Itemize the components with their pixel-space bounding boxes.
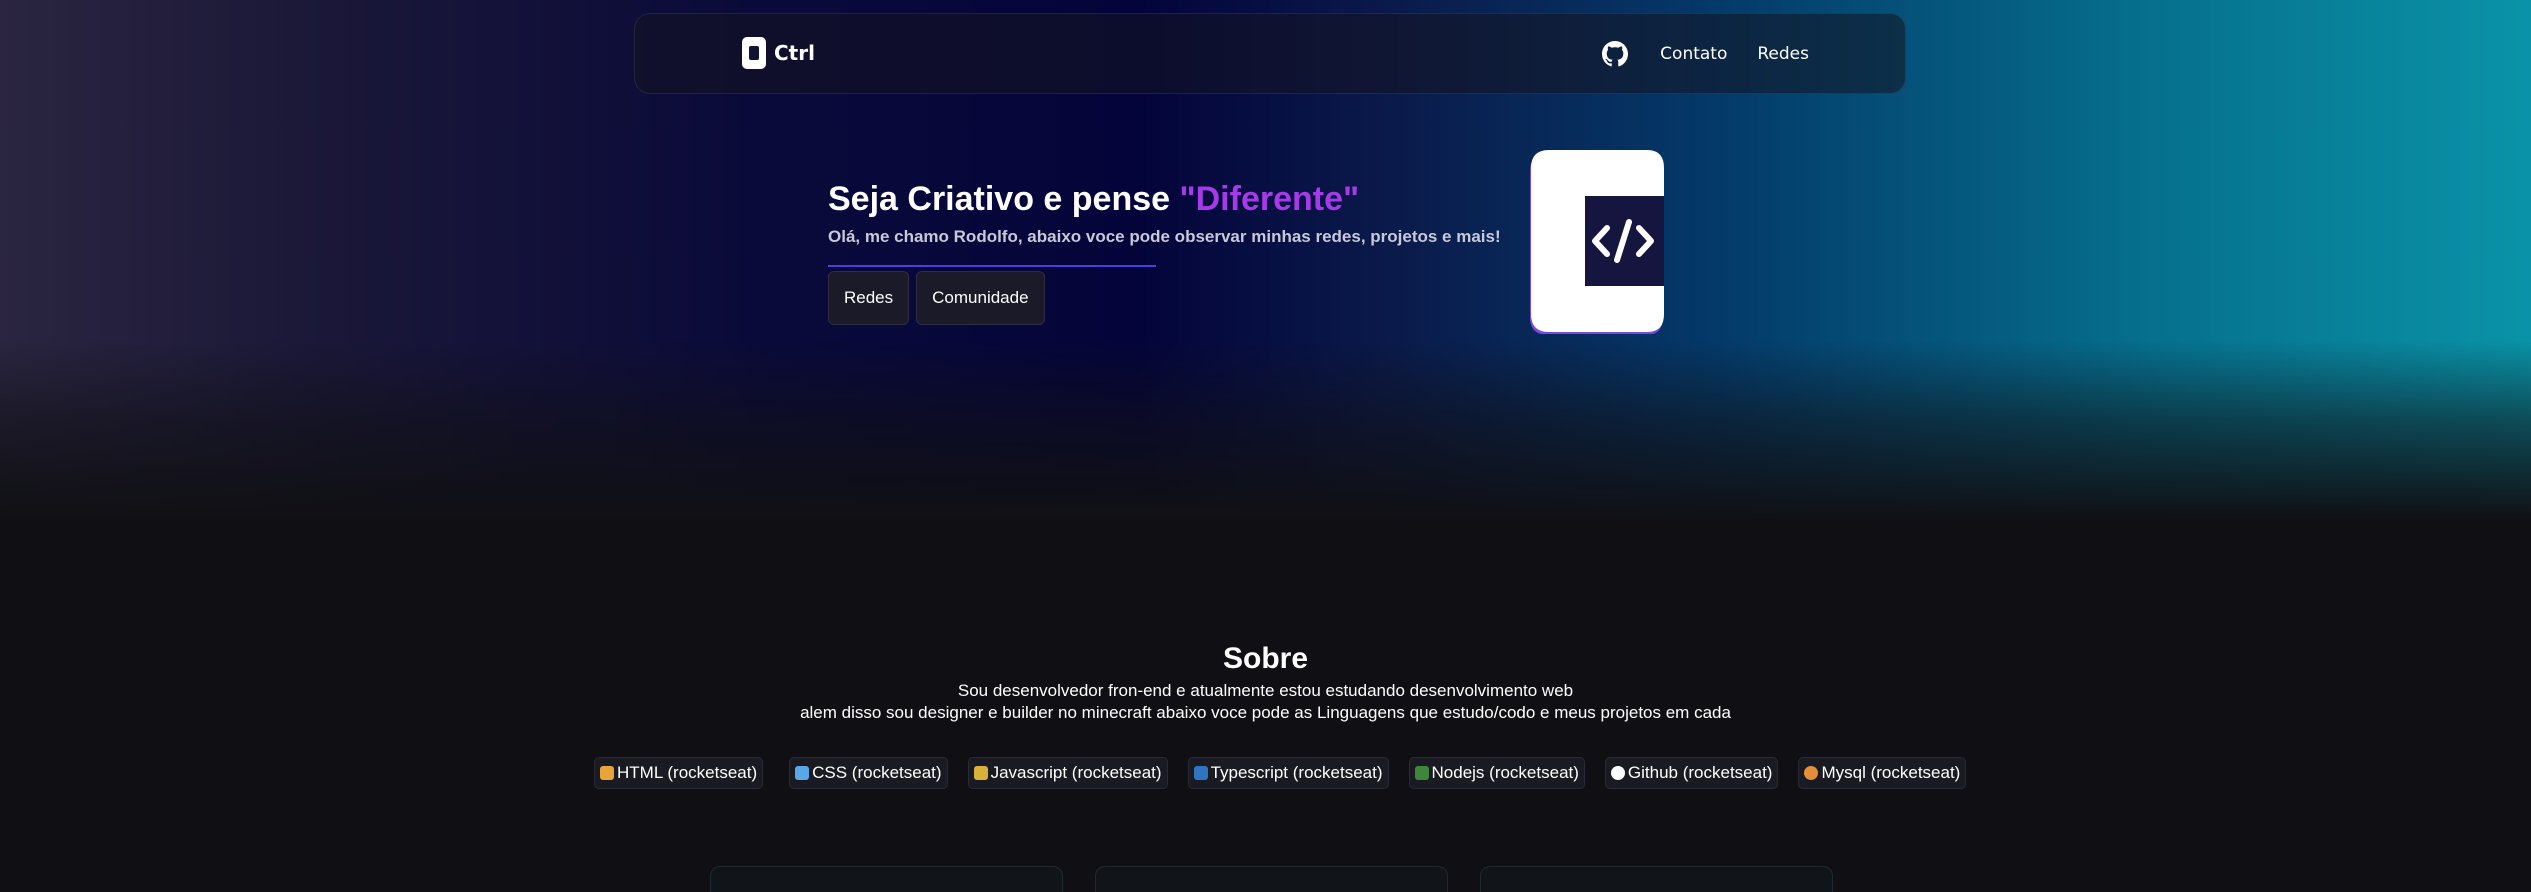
code-brand-logo-icon — [1530, 150, 1664, 334]
about-line-1: Sou desenvolvedor fron-end e atualmente … — [957, 681, 1574, 700]
tag-label: Mysql (rocketseat) — [1821, 763, 1961, 782]
github-icon — [1610, 766, 1625, 780]
language-tags: HTML (rocketseat) CSS (rocketseat) Javas… — [594, 757, 1967, 789]
hero-title-main: Seja Criativo e pense — [828, 180, 1180, 218]
nav-link-redes[interactable]: Redes — [1757, 44, 1809, 64]
brand-name: Ctrl — [774, 41, 815, 65]
brand-logo-icon — [742, 37, 766, 69]
project-card[interactable] — [710, 866, 1063, 892]
hero-divider — [828, 265, 1156, 267]
tag-github[interactable]: Github (rocketseat) — [1604, 757, 1779, 789]
github-icon[interactable] — [1602, 41, 1629, 67]
nodejs-icon — [1414, 766, 1429, 780]
hero-section: Seja Criativo e pense "Diferente" Olá, m… — [828, 180, 1501, 325]
about-title: Sobre — [1222, 642, 1309, 675]
tag-mysql[interactable]: Mysql (rocketseat) — [1798, 757, 1967, 789]
nav-links: Contato Redes — [1602, 41, 1809, 67]
tag-label: HTML (rocketseat) — [617, 763, 758, 782]
comunidade-button[interactable]: Comunidade — [916, 271, 1045, 325]
project-card[interactable] — [1095, 866, 1448, 892]
about-line-2: alem disso sou designer e builder no min… — [800, 703, 1731, 722]
html-icon — [600, 766, 614, 780]
tag-css[interactable]: CSS (rocketseat) — [789, 757, 948, 789]
project-cards — [710, 866, 1833, 892]
hero-subtitle: Olá, me chamo Rodolfo, abaixo voce pode … — [828, 227, 1501, 246]
navbar: Ctrl Contato Redes — [634, 13, 1906, 94]
redes-button[interactable]: Redes — [828, 271, 910, 325]
tag-javascript[interactable]: Javascript (rocketseat) — [967, 757, 1168, 789]
tag-nodejs[interactable]: Nodejs (rocketseat) — [1408, 757, 1585, 789]
tag-typescript[interactable]: Typescript (rocketseat) — [1187, 757, 1389, 789]
about-section: Sobre Sou desenvolvedor fron-end e atual… — [0, 642, 2531, 724]
hero-buttons: Redes Comunidade — [828, 271, 1501, 325]
tag-label: Github (rocketseat) — [1627, 763, 1773, 782]
project-card[interactable] — [1480, 866, 1833, 892]
hero-title-accent: "Diferente" — [1179, 180, 1360, 218]
tag-label: Nodejs (rocketseat) — [1431, 763, 1579, 782]
nav-link-contato[interactable]: Contato — [1660, 44, 1727, 64]
mysql-icon — [1804, 766, 1819, 780]
tag-label: Javascript (rocketseat) — [990, 763, 1162, 782]
typescript-icon — [1193, 766, 1208, 780]
css-icon — [795, 766, 810, 780]
hero-title: Seja Criativo e pense "Diferente" — [828, 180, 1501, 219]
hero-fade — [0, 340, 2531, 520]
tag-label: CSS (rocketseat) — [812, 763, 942, 782]
tag-label: Typescript (rocketseat) — [1210, 763, 1383, 782]
tag-html[interactable]: HTML (rocketseat) — [594, 757, 764, 789]
javascript-icon — [973, 766, 988, 780]
brand[interactable]: Ctrl — [742, 37, 815, 69]
